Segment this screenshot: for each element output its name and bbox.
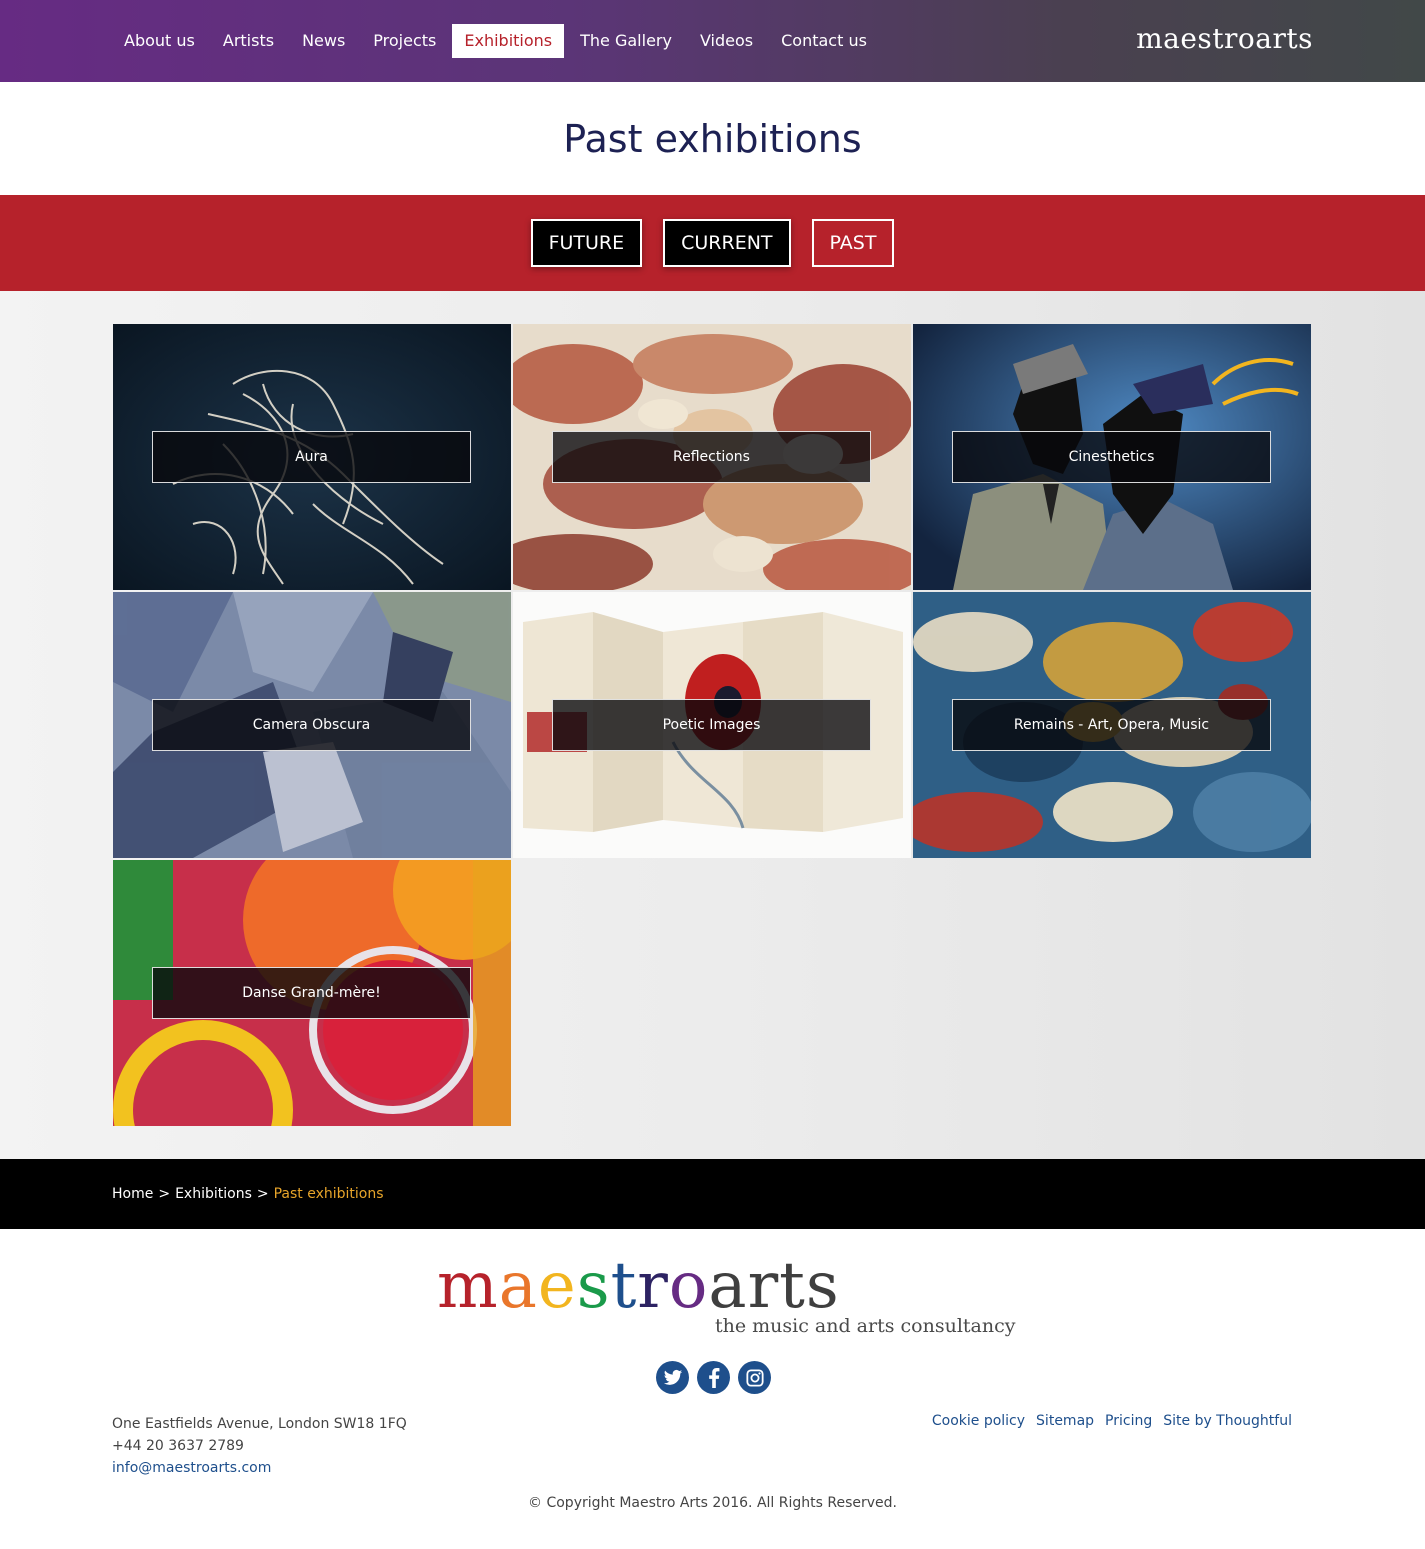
logo-letter: m <box>437 1249 499 1323</box>
cookie-policy-link[interactable]: Cookie policy <box>932 1413 1025 1429</box>
exhibition-caption[interactable]: Remains - Art, Opera, Music <box>952 699 1271 751</box>
page-title: Past exhibitions <box>563 116 862 161</box>
nav-news[interactable]: News <box>288 24 359 58</box>
nav-artists[interactable]: Artists <box>209 24 288 58</box>
logo-letter: e <box>537 1249 577 1323</box>
logo-letter: a <box>498 1249 538 1323</box>
brand-logo[interactable]: maestroarts <box>1136 22 1313 55</box>
logo-letter: s <box>805 1249 840 1323</box>
logo-letter: r <box>637 1249 669 1323</box>
filter-bar: FUTURE CURRENT PAST <box>0 195 1425 291</box>
logo-letter: a <box>708 1249 748 1323</box>
copyright-text: © Copyright Maestro Arts 2016. All Right… <box>528 1495 897 1511</box>
breadcrumb-separator: > <box>158 1186 171 1202</box>
breadcrumb: Home > Exhibitions > Past exhibitions <box>0 1159 1425 1229</box>
breadcrumb-exhibitions[interactable]: Exhibitions <box>175 1186 252 1202</box>
main-nav: About us Artists News Projects Exhibitio… <box>110 24 881 58</box>
pricing-link[interactable]: Pricing <box>1105 1413 1152 1429</box>
exhibition-caption[interactable]: Aura <box>152 431 471 483</box>
breadcrumb-current: Past exhibitions <box>273 1186 384 1202</box>
exhibition-tile[interactable]: Aura <box>113 324 511 590</box>
instagram-icon[interactable] <box>738 1361 771 1394</box>
nav-about-us[interactable]: About us <box>110 24 209 58</box>
exhibition-tile[interactable]: Reflections <box>513 324 911 590</box>
footer-logo-wordmark: maestroarts <box>437 1251 997 1321</box>
exhibition-gallery: Aura Reflections Cinesthetics Camera Obs… <box>0 291 1425 1159</box>
exhibition-grid: Aura Reflections Cinesthetics Camera Obs… <box>113 324 1311 1126</box>
nav-exhibitions[interactable]: Exhibitions <box>452 24 565 58</box>
exhibition-caption[interactable]: Poetic Images <box>552 699 871 751</box>
exhibition-tile[interactable]: Poetic Images <box>513 592 911 858</box>
filter-past-button[interactable]: PAST <box>811 219 895 267</box>
site-footer: maestroarts the music and arts consultan… <box>0 1229 1425 1549</box>
sitemap-link[interactable]: Sitemap <box>1036 1413 1094 1429</box>
contact-details: One Eastfields Avenue, London SW18 1FQ +… <box>112 1413 407 1479</box>
exhibition-caption[interactable]: Danse Grand-mère! <box>152 967 471 1019</box>
exhibition-tile[interactable]: Camera Obscura <box>113 592 511 858</box>
exhibition-caption[interactable]: Reflections <box>552 431 871 483</box>
nav-contact-us[interactable]: Contact us <box>767 24 881 58</box>
breadcrumb-separator: > <box>256 1186 269 1202</box>
exhibition-tile[interactable]: Danse Grand-mère! <box>113 860 511 1126</box>
site-header: About us Artists News Projects Exhibitio… <box>0 0 1425 82</box>
exhibition-tile[interactable]: Cinesthetics <box>913 324 1311 590</box>
exhibition-tile[interactable]: Remains - Art, Opera, Music <box>913 592 1311 858</box>
logo-letter: s <box>576 1249 611 1323</box>
facebook-icon[interactable] <box>697 1361 730 1394</box>
footer-links: Cookie policy Sitemap Pricing Site by Th… <box>932 1413 1292 1429</box>
twitter-icon[interactable] <box>656 1361 689 1394</box>
breadcrumb-home[interactable]: Home <box>112 1186 153 1202</box>
address-text: One Eastfields Avenue, London SW18 1FQ <box>112 1416 407 1432</box>
filter-current-button[interactable]: CURRENT <box>663 219 791 267</box>
nav-projects[interactable]: Projects <box>359 24 450 58</box>
nav-the-gallery[interactable]: The Gallery <box>566 24 686 58</box>
phone-text: +44 20 3637 2789 <box>112 1438 244 1454</box>
email-link[interactable]: info@maestroarts.com <box>112 1457 407 1479</box>
footer-logo-tagline: the music and arts consultancy <box>715 1315 1016 1337</box>
logo-letter: t <box>779 1249 806 1323</box>
logo-letter: t <box>610 1249 638 1323</box>
nav-videos[interactable]: Videos <box>686 24 767 58</box>
exhibition-caption[interactable]: Camera Obscura <box>152 699 471 751</box>
logo-letter: o <box>668 1249 709 1323</box>
exhibition-caption[interactable]: Cinesthetics <box>952 431 1271 483</box>
title-section: Past exhibitions <box>0 82 1425 195</box>
social-links <box>656 1361 771 1394</box>
filter-future-button[interactable]: FUTURE <box>530 219 643 267</box>
site-by-link[interactable]: Site by Thoughtful <box>1163 1413 1292 1429</box>
logo-letter: r <box>747 1249 780 1323</box>
footer-logo[interactable]: maestroarts the music and arts consultan… <box>437 1251 1015 1346</box>
